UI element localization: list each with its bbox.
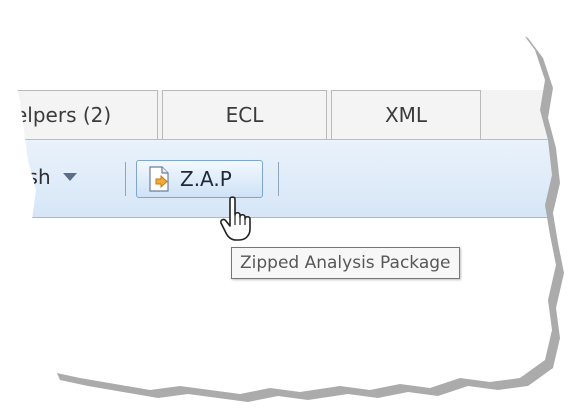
tooltip: Zipped Analysis Package [231,247,460,279]
tooltip-text: Zipped Analysis Package [240,253,451,273]
toolbar: ish Z.A.P [10,140,556,218]
tab-xml-label: XML [384,103,428,127]
tab-ecl-label: ECL [225,103,264,127]
zap-button-label: Z.A.P [180,167,232,191]
document-export-icon [149,166,169,192]
toolbar-separator [278,162,279,196]
ui-area: elpers (2) ECL XML ish Z.A.P Zipped Anal… [10,8,556,394]
toolbar-separator [125,162,126,196]
tab-xml[interactable]: XML [331,90,481,139]
tab-ecl[interactable]: ECL [162,90,327,139]
zap-button[interactable]: Z.A.P [136,160,263,198]
tab-bar: elpers (2) ECL XML [10,90,556,140]
hand-pointer-icon [220,196,251,241]
tab-helpers-label: elpers (2) [15,103,112,127]
torn-screenshot: elpers (2) ECL XML ish Z.A.P Zipped Anal… [0,0,574,414]
chevron-down-icon [62,173,77,181]
